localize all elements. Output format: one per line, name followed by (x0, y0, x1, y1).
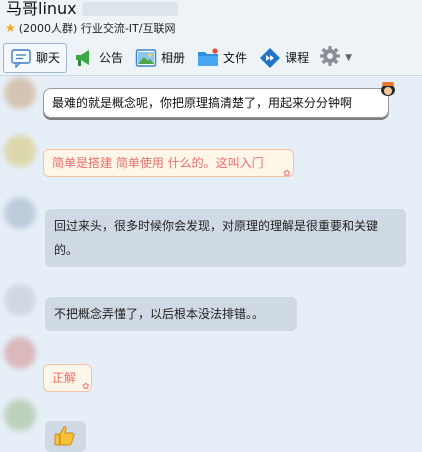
gear-icon (319, 45, 341, 71)
megaphone-icon (73, 47, 95, 69)
chat-message[interactable]: 最难的就是概念呢，你把原理搞清楚了，用起来分分钟啊 (43, 88, 389, 118)
flower-decoration-icon: ✿ (283, 169, 291, 179)
tab-chat[interactable]: 聊天 (3, 42, 68, 73)
chevron-down-icon: ▼ (345, 52, 352, 63)
avatar[interactable] (4, 284, 36, 316)
message-text: 不把概念弄懂了，以后根本没法排错。。 (54, 307, 265, 321)
star-icon: ★ (5, 21, 16, 35)
chat-message[interactable]: 回过来头，很多时候你会发现，对原理的理解是很重要和关键的。 (45, 209, 406, 267)
tab-files-label: 文件 (223, 51, 248, 65)
chat-icon (10, 47, 32, 69)
tab-album[interactable]: 相册 (129, 43, 191, 73)
chat-message[interactable]: 不把概念弄懂了，以后根本没法排错。。 (45, 297, 297, 331)
folder-icon (197, 47, 219, 69)
cartoon-bubble-decoration-icon (381, 82, 395, 96)
message-text: 最难的就是概念呢，你把原理搞清楚了，用起来分分钟啊 (52, 96, 353, 110)
avatar[interactable] (4, 135, 36, 167)
photo-icon (135, 47, 157, 69)
group-subtitle-row: ★ (2000人群) 行业交流-IT/互联网 (5, 21, 175, 35)
avatar[interactable] (4, 197, 36, 229)
group-subtitle: (2000人群) 行业交流-IT/互联网 (18, 22, 176, 35)
title-bar: 马哥linux ★ (2000人群) 行业交流-IT/互联网 (0, 0, 422, 40)
avatar[interactable] (4, 399, 36, 431)
message-text: 回过来头，很多时候你会发现，对原理的理解是很重要和关键的。 (54, 219, 379, 257)
message-text: 正解 (52, 371, 77, 385)
course-icon (259, 47, 281, 69)
group-name: 马哥linux (6, 0, 77, 18)
flower-decoration-icon: ✿ (82, 382, 90, 392)
tab-announcement[interactable]: 公告 (67, 43, 129, 73)
chat-message[interactable]: 简单是搭建 简单使用 什么的。这叫入门 (43, 149, 294, 177)
tab-album-label: 相册 (161, 51, 186, 65)
avatar[interactable] (4, 77, 36, 109)
tab-course-label: 课程 (285, 51, 310, 65)
tab-course[interactable]: 课程 (253, 43, 315, 73)
blurred-title-extension (82, 2, 178, 16)
thumbs-up-icon (54, 426, 75, 446)
more-tools-button[interactable]: ▼ (319, 45, 352, 71)
tab-files[interactable]: 文件 (191, 43, 253, 73)
tab-chat-label: 聊天 (36, 51, 61, 65)
message-text: 简单是搭建 简单使用 什么的。这叫入门 (52, 156, 264, 170)
chat-message-area[interactable]: 最难的就是概念呢，你把原理搞清楚了，用起来分分钟啊 简单是搭建 简单使用 什么的… (0, 77, 422, 452)
avatar[interactable] (4, 337, 36, 369)
group-toolbar: 聊天 公告 相册 文件 课程 ▼ (0, 40, 422, 76)
tab-announcement-label: 公告 (99, 51, 124, 65)
chat-message[interactable] (45, 421, 86, 452)
